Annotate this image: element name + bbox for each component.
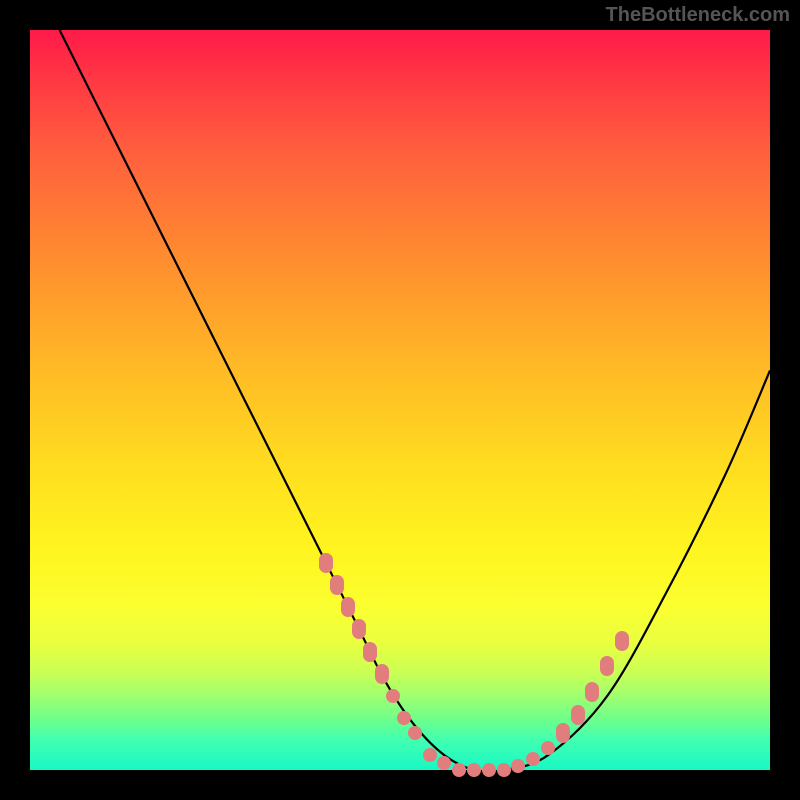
- marker-dot: [511, 759, 525, 773]
- chart-plot-area: [30, 30, 770, 770]
- marker-dot: [585, 682, 599, 702]
- marker-dot: [571, 705, 585, 725]
- marker-dot: [408, 726, 422, 740]
- marker-dot: [341, 597, 355, 617]
- marker-dot: [352, 619, 366, 639]
- marker-dot: [437, 756, 451, 770]
- attribution-text: TheBottleneck.com: [606, 4, 790, 27]
- marker-dot: [482, 763, 496, 777]
- marker-dot: [526, 752, 540, 766]
- marker-dot: [615, 631, 629, 651]
- marker-dot: [423, 748, 437, 762]
- marker-dot: [386, 689, 400, 703]
- marker-dot: [556, 723, 570, 743]
- marker-dot: [600, 656, 614, 676]
- marker-dot: [497, 763, 511, 777]
- marker-dot: [452, 763, 466, 777]
- curve-line: [30, 30, 770, 770]
- marker-dot: [363, 642, 377, 662]
- marker-dot: [375, 664, 389, 684]
- marker-dot: [319, 553, 333, 573]
- marker-dot: [330, 575, 344, 595]
- marker-dot: [397, 711, 411, 725]
- marker-dot: [541, 741, 555, 755]
- marker-dot: [467, 763, 481, 777]
